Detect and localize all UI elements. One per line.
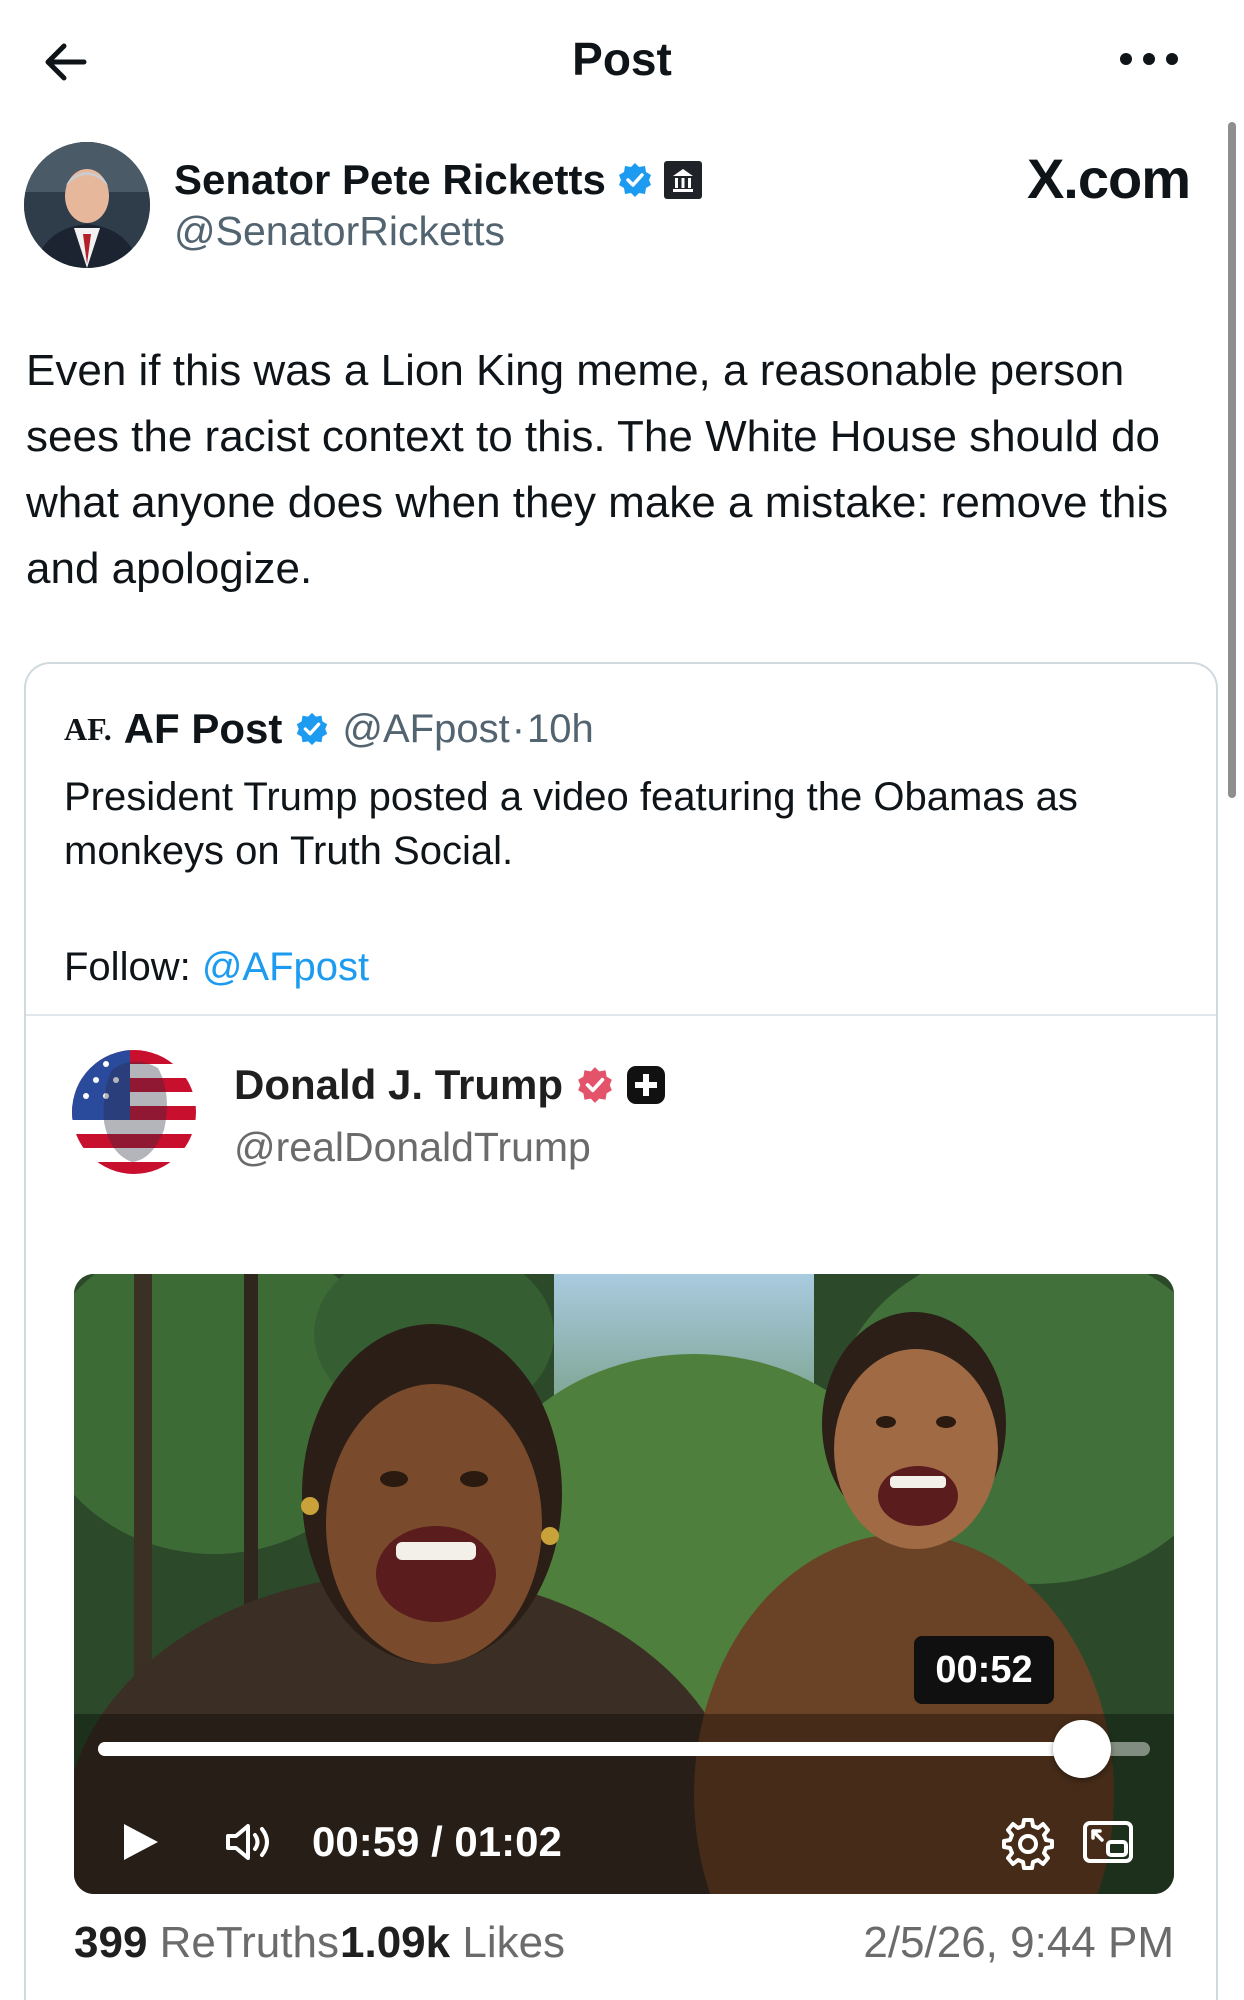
- likes-stat[interactable]: 1.09k Likes: [340, 1918, 565, 1968]
- play-icon: [124, 1824, 158, 1860]
- picture-in-picture-button[interactable]: [1080, 1814, 1136, 1870]
- retruths-stat[interactable]: 399 ReTruths: [74, 1918, 339, 1968]
- volume-icon: [226, 1824, 269, 1860]
- seek-bar-progress: [98, 1742, 1082, 1756]
- retruths-label: ReTruths: [159, 1918, 339, 1967]
- seek-bar[interactable]: [98, 1720, 1150, 1778]
- seek-time-tooltip: 00:52: [914, 1636, 1054, 1704]
- page-title: Post: [572, 33, 672, 85]
- gear-icon: [1002, 1818, 1054, 1870]
- quote-author-handle[interactable]: @AFpost: [342, 707, 509, 752]
- follow-line: Follow: @AFpost: [64, 940, 369, 994]
- quote-author-name[interactable]: AF Post: [124, 705, 283, 753]
- video-time-display: 00:59 / 01:02: [312, 1818, 562, 1865]
- more-horizontal-icon: [1120, 53, 1178, 65]
- truth-timestamp: 2/5/26, 9:44 PM: [863, 1918, 1174, 1967]
- quote-avatar-logo: AF.: [64, 710, 112, 747]
- video-player[interactable]: 00:52 00:59 / 01:02: [74, 1274, 1174, 1894]
- picture-in-picture-icon: [1083, 1821, 1133, 1863]
- divider: [26, 1014, 1216, 1016]
- video-settings-button[interactable]: [1000, 1814, 1056, 1870]
- more-options-button[interactable]: [1114, 44, 1184, 74]
- author-name[interactable]: Senator Pete Ricketts: [174, 156, 606, 204]
- volume-button[interactable]: [222, 1814, 278, 1870]
- author-name-row: Senator Pete Ricketts: [174, 154, 702, 206]
- top-bar: Post: [0, 0, 1244, 120]
- meta-separator: ·: [511, 706, 526, 751]
- quote-age: 10h: [527, 706, 594, 751]
- truth-author-handle[interactable]: @realDonaldTrump: [234, 1124, 591, 1171]
- likes-label: Likes: [462, 1918, 566, 1967]
- quote-text: President Trump posted a video featuring…: [64, 775, 1078, 873]
- play-button[interactable]: [118, 1820, 162, 1864]
- government-building-icon: [663, 161, 702, 199]
- truth-name-row: Donald J. Trump: [234, 1058, 666, 1112]
- truth-author-name[interactable]: Donald J. Trump: [234, 1061, 563, 1109]
- author-handle[interactable]: @SenatorRicketts: [174, 208, 505, 255]
- retruths-count: 399: [74, 1918, 148, 1967]
- follow-label: Follow:: [64, 945, 191, 989]
- video-frame: [74, 1274, 1174, 1894]
- author-avatar[interactable]: [24, 142, 150, 268]
- truth-stats-row: 399 ReTruths 1.09k Likes 2/5/26, 9:44 PM: [74, 1918, 1174, 1978]
- quote-header: AF. AF Post @AFpost · 10h: [64, 702, 594, 756]
- verified-badge-icon: [578, 1067, 612, 1103]
- scrollbar[interactable]: [1228, 122, 1236, 798]
- brand-watermark: X.com: [1026, 147, 1191, 210]
- likes-count: 1.09k: [340, 1918, 451, 1967]
- quoted-post-card[interactable]: AF. AF Post @AFpost · 10h President Trump …: [24, 662, 1218, 2000]
- seek-bar-handle[interactable]: [1052, 1720, 1111, 1778]
- verified-badge-icon: [297, 712, 328, 746]
- follow-link[interactable]: @AFpost: [202, 945, 369, 989]
- truth-social-plus-icon: [627, 1066, 666, 1104]
- truth-author-avatar[interactable]: [72, 1050, 196, 1174]
- video-controls: 00:59 / 01:02: [74, 1802, 1174, 1882]
- post-text: Even if this was a Lion King meme, a rea…: [26, 346, 1169, 593]
- verified-badge-icon: [618, 163, 651, 197]
